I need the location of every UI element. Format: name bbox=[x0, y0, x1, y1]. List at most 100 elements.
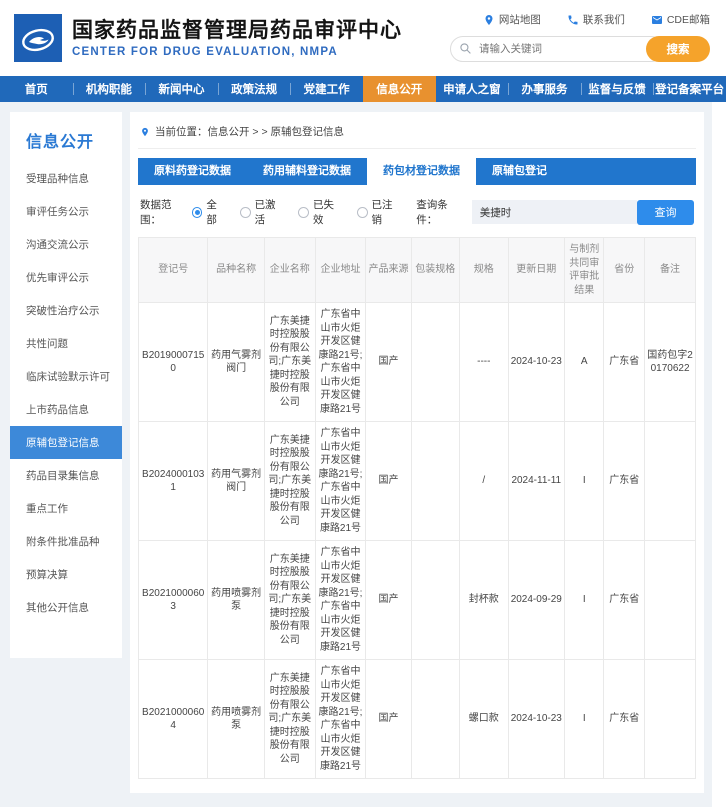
phone-icon bbox=[567, 14, 579, 26]
breadcrumb: 当前位置：信息公开 > > 原辅包登记信息 bbox=[138, 120, 696, 149]
table-cell bbox=[411, 660, 460, 779]
nav-item-services[interactable]: 办事服务 bbox=[508, 76, 581, 102]
tab-excipient-registration[interactable]: 药用辅料登记数据 bbox=[247, 158, 367, 185]
results-table-head: 登记号品种名称企业名称企业地址产品来源包装规格规格更新日期与制剂共同审评审批结果… bbox=[139, 238, 696, 303]
results-table-head-row: 登记号品种名称企业名称企业地址产品来源包装规格规格更新日期与制剂共同审评审批结果… bbox=[139, 238, 696, 303]
table-cell: 国产 bbox=[366, 303, 411, 422]
sidebar-item-marketed-drugs[interactable]: 上市药品信息 bbox=[10, 393, 122, 426]
filter-row: 数据范围： 全部 已激活 已失效 已注销 查询条 bbox=[140, 197, 694, 227]
nav-item-functions[interactable]: 机构职能 bbox=[73, 76, 146, 102]
keyword-search-input[interactable] bbox=[450, 36, 664, 62]
radio-all[interactable]: 全部 bbox=[192, 197, 227, 227]
scope-radio-group: 全部 已激活 已失效 已注销 bbox=[192, 197, 403, 227]
table-cell: 广东省 bbox=[604, 660, 645, 779]
radio-cancelled[interactable]: 已注销 bbox=[357, 197, 402, 227]
sidebar-item-priority-review[interactable]: 优先审评公示 bbox=[10, 261, 122, 294]
sidebar-item-budget[interactable]: 预算决算 bbox=[10, 558, 122, 591]
results-table-body: B20190007150药用气雾剂阀门广东美捷时控股股份有限公司;广东美捷时控股… bbox=[139, 303, 696, 779]
column-header: 企业名称 bbox=[264, 238, 315, 303]
sidebar-item-excipient-packaging-registration[interactable]: 原辅包登记信息 bbox=[10, 426, 122, 459]
sidebar-item-communication[interactable]: 沟通交流公示 bbox=[10, 228, 122, 261]
column-header: 企业地址 bbox=[315, 238, 366, 303]
cde-mail-link-label: CDE邮箱 bbox=[667, 12, 710, 27]
sidebar-item-drug-catalog[interactable]: 药品目录集信息 bbox=[10, 459, 122, 492]
table-cell: 2024-11-11 bbox=[508, 422, 564, 541]
radio-activated-label: 已激活 bbox=[255, 197, 286, 227]
table-cell: 广东美捷时控股股份有限公司;广东美捷时控股股份有限公司 bbox=[264, 303, 315, 422]
tab-packaging-registration[interactable]: 药包材登记数据 bbox=[367, 158, 476, 191]
query-condition-input[interactable] bbox=[472, 200, 637, 224]
nav-item-applicant-window[interactable]: 申请人之窗 bbox=[436, 76, 509, 102]
radio-cancelled-label: 已注销 bbox=[372, 197, 403, 227]
table-cell: 药用喷雾剂泵 bbox=[208, 660, 264, 779]
sitemap-link-label: 网站地图 bbox=[499, 12, 541, 27]
table-cell: B20240001031 bbox=[139, 422, 208, 541]
scope-label: 数据范围： bbox=[140, 197, 192, 227]
table-cell: B20210000603 bbox=[139, 541, 208, 660]
sidebar-item-common-issues[interactable]: 共性问题 bbox=[10, 327, 122, 360]
query-button[interactable]: 查询 bbox=[637, 200, 694, 225]
contact-link[interactable]: 联系我们 bbox=[567, 12, 625, 27]
nav-item-supervision-feedback[interactable]: 监督与反馈 bbox=[581, 76, 654, 102]
table-cell: 广东美捷时控股股份有限公司;广东美捷时控股股份有限公司 bbox=[264, 422, 315, 541]
table-cell: 国药包字20170622 bbox=[645, 303, 696, 422]
radio-icon bbox=[298, 207, 309, 218]
sidebar-item-accepted-varieties[interactable]: 受理品种信息 bbox=[10, 162, 122, 195]
table-cell: 广东美捷时控股股份有限公司;广东美捷时控股股份有限公司 bbox=[264, 660, 315, 779]
site-header: 国家药品监督管理局药品审评中心 CENTER FOR DRUG EVALUATI… bbox=[0, 0, 726, 76]
nav-item-policies[interactable]: 政策法规 bbox=[218, 76, 291, 102]
sidebar: 信息公开 受理品种信息 审评任务公示 沟通交流公示 优先审评公示 突破性治疗公示… bbox=[10, 112, 122, 658]
nav-item-info-disclosure[interactable]: 信息公开 bbox=[363, 76, 436, 102]
table-cell bbox=[411, 303, 460, 422]
column-header: 登记号 bbox=[139, 238, 208, 303]
sidebar-item-conditional-approval[interactable]: 附条件批准品种 bbox=[10, 525, 122, 558]
nav-item-party-building[interactable]: 党建工作 bbox=[290, 76, 363, 102]
radio-expired[interactable]: 已失效 bbox=[298, 197, 343, 227]
header-search-button[interactable]: 搜索 bbox=[646, 36, 710, 62]
column-header: 包装规格 bbox=[411, 238, 460, 303]
page-body: 信息公开 受理品种信息 审评任务公示 沟通交流公示 优先审评公示 突破性治疗公示… bbox=[0, 102, 712, 807]
table-cell: 广东省 bbox=[604, 541, 645, 660]
table-cell: ---- bbox=[460, 303, 509, 422]
table-cell: 广东美捷时控股股份有限公司;广东美捷时控股股份有限公司 bbox=[264, 541, 315, 660]
radio-activated[interactable]: 已激活 bbox=[240, 197, 285, 227]
table-cell: 螺口款 bbox=[460, 660, 509, 779]
breadcrumb-text: 当前位置：信息公开 > > 原辅包登记信息 bbox=[155, 124, 344, 139]
table-cell bbox=[411, 541, 460, 660]
table-row: B20190007150药用气雾剂阀门广东美捷时控股股份有限公司;广东美捷时控股… bbox=[139, 303, 696, 422]
table-cell: 封杯款 bbox=[460, 541, 509, 660]
tab-api-registration[interactable]: 原料药登记数据 bbox=[138, 158, 247, 185]
column-header: 与制剂共同审评审批结果 bbox=[564, 238, 604, 303]
table-cell: / bbox=[460, 422, 509, 541]
nav-item-news[interactable]: 新闻中心 bbox=[145, 76, 218, 102]
table-cell: 2024-10-23 bbox=[508, 303, 564, 422]
site-titles: 国家药品监督管理局药品审评中心 CENTER FOR DRUG EVALUATI… bbox=[72, 18, 402, 58]
table-cell: B20190007150 bbox=[139, 303, 208, 422]
table-cell: 2024-09-29 bbox=[508, 541, 564, 660]
cde-mail-link[interactable]: CDE邮箱 bbox=[651, 12, 710, 27]
site-title-cn: 国家药品监督管理局药品审评中心 bbox=[72, 18, 402, 43]
column-header: 产品来源 bbox=[366, 238, 411, 303]
table-row: B20210000603药用喷雾剂泵广东美捷时控股股份有限公司;广东美捷时控股股… bbox=[139, 541, 696, 660]
nav-item-home[interactable]: 首页 bbox=[0, 76, 73, 102]
table-cell bbox=[645, 541, 696, 660]
radio-icon bbox=[192, 207, 203, 218]
sitemap-link[interactable]: 网站地图 bbox=[483, 12, 541, 27]
table-cell: 广东省 bbox=[604, 422, 645, 541]
sidebar-item-key-work[interactable]: 重点工作 bbox=[10, 492, 122, 525]
table-cell: 广东省中山市火炬开发区健康路21号;广东省中山市火炬开发区健康路21号 bbox=[315, 303, 366, 422]
results-table: 登记号品种名称企业名称企业地址产品来源包装规格规格更新日期与制剂共同审评审批结果… bbox=[138, 237, 696, 779]
sidebar-item-breakthrough-therapy[interactable]: 突破性治疗公示 bbox=[10, 294, 122, 327]
tab-excipient-packaging[interactable]: 原辅包登记 bbox=[476, 158, 563, 185]
sidebar-item-review-tasks[interactable]: 审评任务公示 bbox=[10, 195, 122, 228]
table-cell bbox=[645, 422, 696, 541]
mail-icon bbox=[651, 14, 663, 26]
sidebar-item-clinical-trial-implied-license[interactable]: 临床试验默示许可 bbox=[10, 360, 122, 393]
nav-item-registration-platform[interactable]: 登记备案平台 bbox=[653, 76, 726, 102]
column-header: 备注 bbox=[645, 238, 696, 303]
column-header: 省份 bbox=[604, 238, 645, 303]
header-search-box bbox=[450, 36, 664, 62]
table-cell: 广东省中山市火炬开发区健康路21号;广东省中山市火炬开发区健康路21号 bbox=[315, 660, 366, 779]
table-cell: 药用气雾剂阀门 bbox=[208, 422, 264, 541]
site-title-en: CENTER FOR DRUG EVALUATION, NMPA bbox=[72, 46, 402, 58]
